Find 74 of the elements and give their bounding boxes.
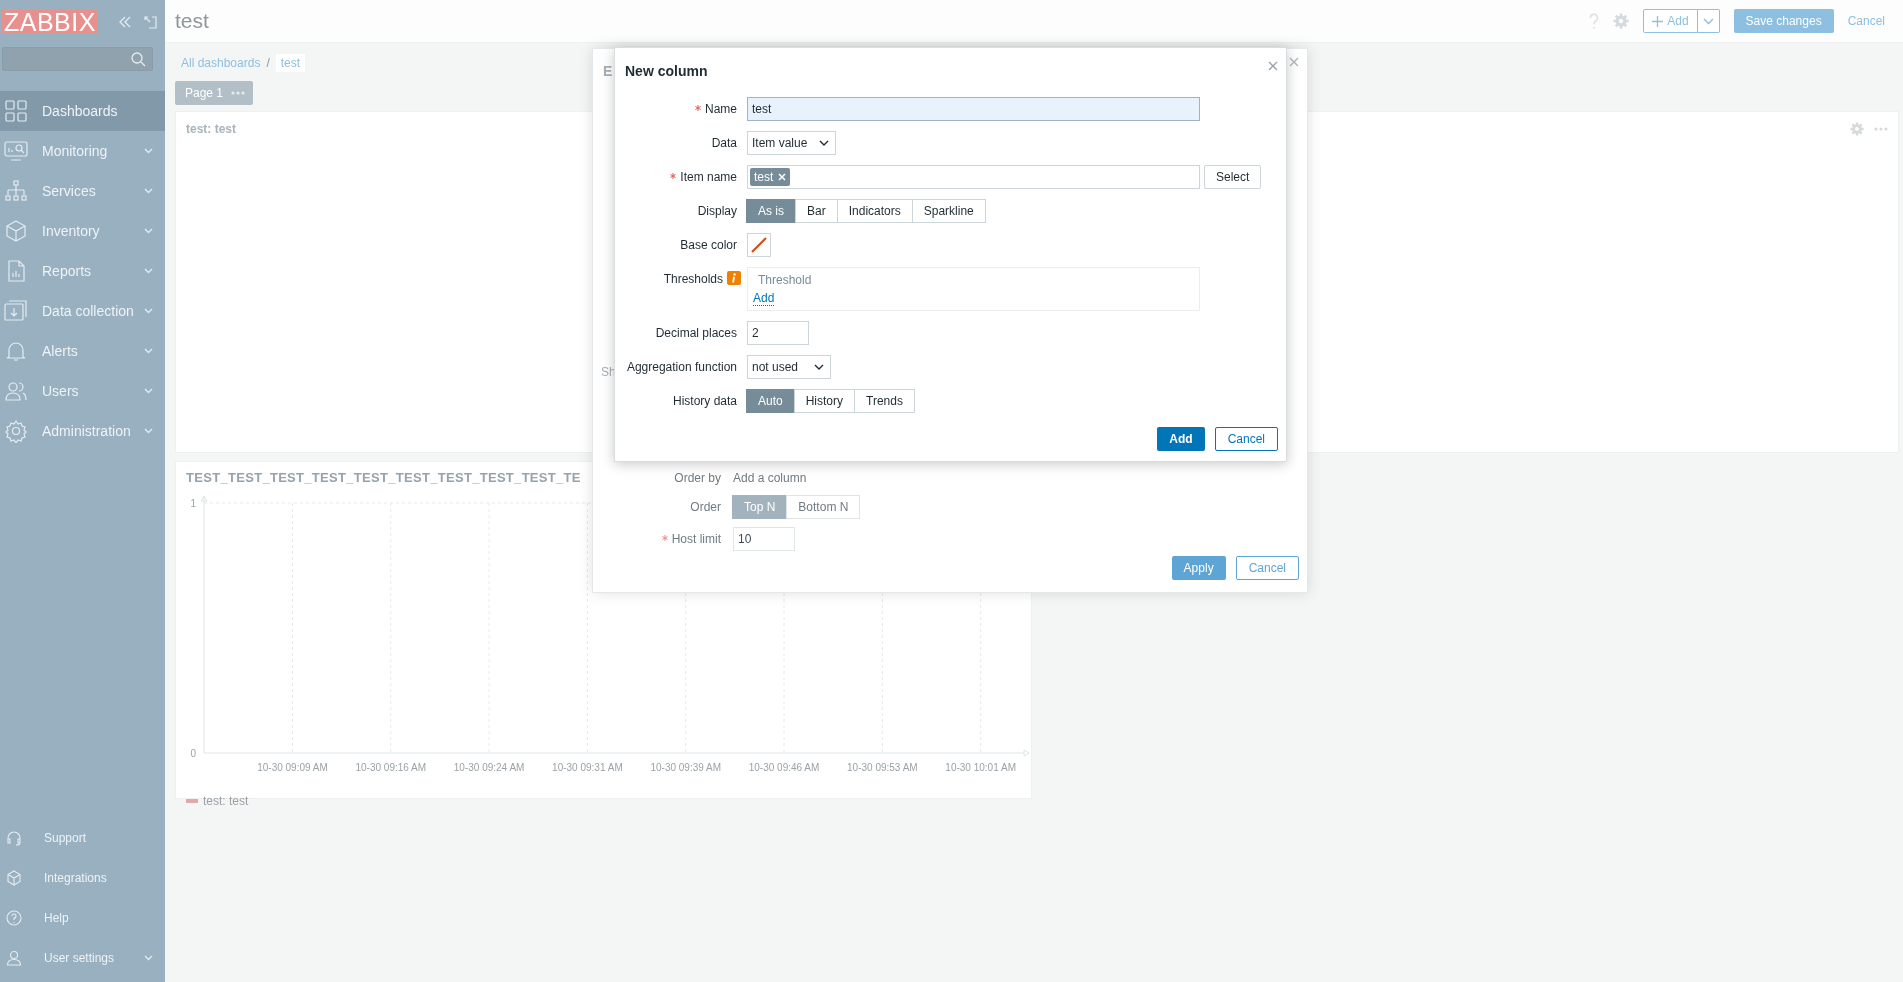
add-column-text: Add a column — [733, 470, 808, 487]
page-tab[interactable]: Page 1 — [175, 81, 254, 105]
menu-item[interactable]: Integrations — [0, 858, 165, 898]
segment-option[interactable]: Indicators — [836, 199, 913, 223]
column-header: Threshold — [757, 273, 812, 287]
menu-item[interactable]: Services — [0, 171, 165, 211]
menu-item[interactable]: Help — [0, 898, 165, 938]
x-tick-label: 10-30 10:01 AM — [945, 762, 1016, 773]
legend-label: test: test — [203, 794, 249, 808]
widget-title: test: test — [186, 122, 236, 136]
form-label: Order — [689, 500, 721, 514]
y-tick-label: 0 — [190, 748, 196, 759]
dialog-title: New column — [625, 63, 708, 79]
x-tick-label: 10-30 09:16 AM — [355, 762, 427, 773]
segment-option[interactable]: Trends — [854, 389, 915, 413]
segment-option[interactable]: Auto — [746, 389, 795, 413]
form-label: Decimal places — [654, 326, 738, 340]
form-label: Display — [696, 204, 738, 218]
add-button[interactable]: Add — [1157, 427, 1205, 451]
menu-item[interactable]: Users — [0, 371, 165, 411]
cancel-button[interactable]: Cancel — [1214, 427, 1278, 451]
form-label: Order by — [673, 471, 721, 485]
menu-item[interactable]: Alerts — [0, 331, 165, 371]
segment-option[interactable]: Bottom N — [786, 495, 861, 519]
zabbix-logo[interactable]: ZABBIX — [2, 10, 98, 34]
form-label: Data — [710, 136, 738, 150]
cancel-link[interactable]: Cancel — [1847, 14, 1885, 28]
form-label: Name — [623, 102, 747, 116]
form-label: Host limit — [593, 532, 721, 546]
menu-item[interactable]: Administration — [0, 411, 165, 451]
form-label: History data — [671, 394, 738, 408]
form-label: Aggregation function — [625, 360, 738, 374]
menu-item[interactable]: User settings — [0, 938, 165, 978]
x-tick-label: 10-30 09:39 AM — [650, 762, 722, 773]
segment-option[interactable]: History — [793, 389, 856, 413]
add-button[interactable]: Add — [1643, 9, 1698, 33]
x-tick-label: 10-30 09:24 AM — [453, 762, 525, 773]
add-link[interactable]: Add — [753, 292, 775, 306]
item-tag[interactable]: test — [750, 168, 791, 186]
form-label: Base color — [679, 238, 738, 252]
dialog-title: E — [603, 63, 613, 79]
menu-item[interactable]: Data collection — [0, 291, 165, 331]
multiselect-field[interactable]: test — [747, 165, 1200, 189]
input-field[interactable]: test — [747, 97, 1200, 121]
dropdown[interactable]: not used — [747, 355, 831, 379]
x-tick-label: 10-30 09:31 AM — [552, 762, 623, 773]
form-label: Thresholds — [662, 271, 724, 286]
x-tick-label: 10-30 09:53 AM — [847, 762, 918, 773]
breadcrumb-link[interactable]: All dashboards — [181, 56, 261, 70]
dropdown[interactable]: Item value — [747, 131, 837, 155]
widget-title: TEST_TEST_TEST_TEST_TEST_TEST_TEST_TEST_TEST_TE — [186, 470, 581, 485]
cancel-button[interactable]: Cancel — [1235, 556, 1299, 580]
form-label: Item name — [623, 170, 747, 184]
input-field[interactable]: 10 — [733, 527, 795, 551]
segment-option[interactable]: Top N — [732, 495, 788, 519]
menu-item[interactable]: Monitoring — [0, 131, 165, 171]
apply-button[interactable]: Apply — [1171, 556, 1226, 580]
menu-item[interactable]: Dashboards — [0, 91, 165, 131]
menu-item[interactable]: Reports — [0, 251, 165, 291]
y-tick-label: 1 — [190, 498, 196, 509]
x-tick-label: 10-30 09:09 AM — [257, 762, 328, 773]
segment-option[interactable]: As is — [746, 199, 796, 223]
page-title: test — [175, 9, 209, 33]
select-button[interactable]: Select — [1204, 165, 1262, 189]
save-changes-button[interactable]: Save changes — [1733, 9, 1834, 33]
x-tick-label: 10-30 09:46 AM — [748, 762, 820, 773]
input-field[interactable]: 2 — [747, 321, 809, 345]
menu-item[interactable]: Inventory — [0, 211, 165, 251]
segment-option[interactable]: Sparkline — [911, 199, 986, 223]
page-tab-label[interactable]: Page 1 — [185, 86, 224, 100]
menu-item[interactable]: Support — [0, 818, 165, 858]
segment-option[interactable]: Bar — [795, 199, 838, 223]
breadcrumb-separator: / — [266, 56, 270, 70]
breadcrumb-link[interactable]: test — [275, 54, 306, 72]
